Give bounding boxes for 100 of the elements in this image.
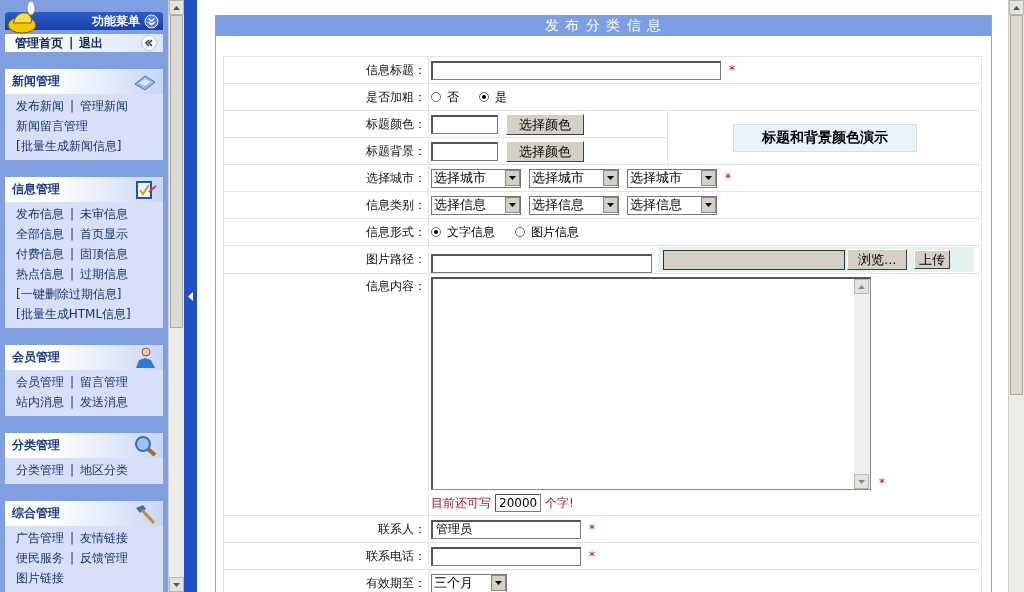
section-title: 综合管理 — [12, 505, 60, 522]
required-mark: * — [725, 171, 731, 185]
dropdown[interactable]: 选择信息 — [529, 195, 619, 215]
dropdown[interactable]: 选择城市 — [627, 168, 717, 188]
color-input[interactable] — [431, 141, 498, 161]
pick-color-button[interactable]: 选择颜色 — [506, 113, 584, 135]
field-label: 信息类别： — [223, 191, 429, 219]
menu-link[interactable]: 广告管理 — [16, 529, 64, 547]
scroll-down-icon[interactable] — [854, 474, 869, 489]
separator: | — [70, 375, 75, 389]
menu-link[interactable]: 未审信息 — [80, 205, 129, 223]
caret-icon — [701, 170, 716, 186]
radio-label: 图片信息 — [531, 223, 579, 241]
menu-link[interactable]: 发送消息 — [80, 393, 129, 411]
required-mark: * — [729, 63, 735, 77]
content-textarea[interactable] — [431, 277, 871, 490]
separator: | — [70, 395, 75, 409]
counter-label: 目前还可写 — [431, 494, 491, 512]
field-label: 联系电话： — [223, 542, 429, 570]
dropdown[interactable]: 选择信息 — [431, 195, 521, 215]
menu-title: 功能菜单 — [92, 12, 140, 30]
collapse-icon[interactable] — [144, 13, 159, 29]
menu-link[interactable]: 发布信息 — [16, 205, 64, 223]
menu-link[interactable]: 分类管理 — [16, 461, 64, 479]
menu-link[interactable]: 便民服务 — [16, 549, 64, 567]
separator: | — [70, 463, 75, 477]
scroll-up-icon[interactable] — [854, 279, 869, 294]
pick-color-button[interactable]: 选择颜色 — [506, 140, 584, 162]
menu-link[interactable]: [批量生成HTML信息] — [16, 305, 131, 323]
radio-label: 文字信息 — [447, 223, 495, 241]
radio-label: 否 — [447, 88, 459, 106]
field-label: 有效期至： — [223, 569, 429, 592]
separator: | — [70, 227, 75, 241]
collapse-arrow-icon[interactable] — [188, 291, 193, 301]
caret-icon — [603, 170, 618, 186]
menu-link[interactable]: 友情链接 — [80, 529, 129, 547]
scroll-up-icon[interactable] — [1013, 5, 1020, 10]
dropdown[interactable]: 选择信息 — [627, 195, 717, 215]
color-input[interactable] — [431, 114, 498, 134]
counter-suffix: 个字! — [545, 494, 574, 512]
checklist-icon — [135, 179, 157, 200]
menu-link[interactable]: 反馈管理 — [80, 549, 129, 567]
field-label: 是否加粗： — [223, 83, 429, 111]
page-title: 发 布 分 类 信 息 — [216, 15, 991, 36]
section-title: 分类管理 — [12, 437, 60, 454]
menu-link[interactable]: 站内消息 — [16, 393, 64, 411]
separator: | — [70, 247, 75, 261]
radio-button[interactable] — [431, 227, 441, 237]
field-label: 联系人： — [223, 515, 429, 543]
menu-link[interactable]: 全部信息 — [16, 225, 64, 243]
sidebar-scrollbar[interactable] — [168, 0, 184, 592]
menu-link[interactable]: 图片链接 — [16, 569, 64, 587]
path-input[interactable] — [431, 254, 652, 273]
menu-link[interactable]: 固顶信息 — [80, 245, 129, 263]
dropdown[interactable]: 选择城市 — [529, 168, 619, 188]
title-input[interactable] — [431, 60, 721, 80]
text-input[interactable] — [431, 546, 581, 566]
separator: | — [70, 99, 75, 113]
file-field[interactable] — [663, 249, 845, 270]
radio-label: 是 — [495, 88, 507, 106]
scroll-down-icon[interactable] — [173, 582, 180, 587]
menu-link[interactable]: 会员管理 — [16, 373, 64, 391]
dropdown[interactable]: 三个月 — [431, 573, 507, 592]
menu-link[interactable]: 付费信息 — [16, 245, 64, 263]
user-icon — [133, 345, 157, 370]
menu-link[interactable]: 留言管理 — [80, 373, 129, 391]
field-label: 图片路径： — [223, 245, 429, 274]
menu-link[interactable]: [批量生成新闻信息] — [16, 137, 122, 155]
radio-button[interactable] — [431, 92, 441, 102]
magnifier-icon — [133, 434, 157, 457]
caret-icon — [603, 197, 618, 213]
field-label: 信息内容： — [223, 273, 429, 516]
menu-link[interactable]: [一键删除过期信息] — [16, 285, 122, 303]
collapse-left-icon[interactable] — [141, 35, 157, 51]
browse-button[interactable]: 浏览... — [847, 249, 908, 270]
menu-link[interactable]: 首页显示 — [80, 225, 129, 243]
counter-field[interactable]: 20000 — [495, 494, 541, 512]
hammer-icon — [133, 502, 157, 525]
nav-link[interactable]: 管理首页 — [15, 34, 63, 52]
caret-icon — [491, 575, 506, 591]
scroll-up-icon[interactable] — [173, 5, 180, 10]
radio-button[interactable] — [479, 92, 489, 102]
upload-button[interactable]: 上传 — [914, 250, 951, 269]
text-input[interactable]: 管理员 — [431, 519, 581, 539]
menu-link[interactable]: 新闻留言管理 — [16, 117, 88, 135]
menu-link[interactable]: 管理新闻 — [80, 97, 129, 115]
section-title: 信息管理 — [12, 181, 60, 198]
caret-icon — [505, 170, 520, 186]
menu-link[interactable]: 热点信息 — [16, 265, 64, 283]
page-scrollbar[interactable] — [1008, 0, 1024, 592]
menu-link[interactable]: 发布新闻 — [16, 97, 64, 115]
menu-link[interactable]: 过期信息 — [80, 265, 129, 283]
dropdown[interactable]: 选择城市 — [431, 168, 521, 188]
menu-link[interactable]: 地区分类 — [80, 461, 129, 479]
separator: | — [70, 207, 75, 221]
section-title: 新闻管理 — [12, 73, 60, 90]
nav-link[interactable]: 退出 — [79, 34, 104, 52]
caret-icon — [701, 197, 716, 213]
separator: | — [70, 531, 75, 545]
radio-button[interactable] — [515, 227, 525, 237]
